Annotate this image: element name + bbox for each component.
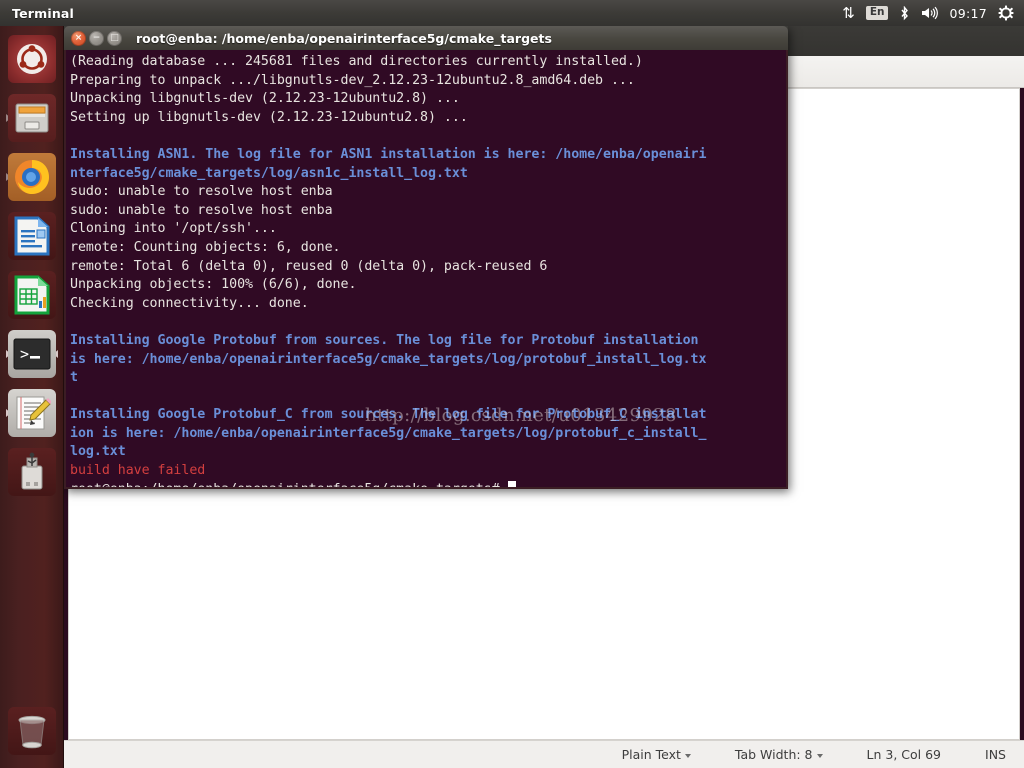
terminal-prompt: root@enba:/home/enba/openairinterface5g/… xyxy=(70,482,508,487)
firefox-icon xyxy=(15,160,49,194)
launcher-item-libreoffice-calc[interactable] xyxy=(5,268,59,322)
terminal-line: Unpacking objects: 100% (6/6), done. xyxy=(70,277,357,293)
ubuntu-logo-icon xyxy=(17,44,47,74)
maximize-icon[interactable]: □ xyxy=(107,30,122,46)
statusbar-language[interactable]: Plain Text xyxy=(622,747,691,762)
terminal-window[interactable]: × − □ root@enba: /home/enba/openairinter… xyxy=(64,26,788,489)
system-tray[interactable]: ⇅ En 09:17 xyxy=(842,0,1024,26)
statusbar-tab-width-label: Tab Width: 8 xyxy=(734,747,813,762)
terminal-line: Installing ASN1. The log file for ASN1 i… xyxy=(70,146,707,162)
volume-glyph xyxy=(922,6,939,20)
volume-icon[interactable] xyxy=(921,0,939,26)
launcher-item-firefox[interactable] xyxy=(5,150,59,204)
keyboard-layout-label: En xyxy=(865,5,889,21)
statusbar-insert-mode: INS xyxy=(985,747,1006,762)
clock-label: 09:17 xyxy=(949,5,987,21)
maximize-glyph: □ xyxy=(110,33,119,43)
terminal-line: Unpacking libgnutls-dev (2.12.23-12ubunt… xyxy=(70,91,460,107)
chevron-down-icon xyxy=(684,753,691,758)
terminal-line: Checking connectivity... done. xyxy=(70,295,309,311)
terminal-line: build have failed xyxy=(70,463,206,479)
text-editor-statusbar: Plain Text Tab Width: 8 Ln 3, Col 69 INS xyxy=(64,740,1024,768)
statusbar-tab-width[interactable]: Tab Width: 8 xyxy=(735,747,823,762)
clock[interactable]: 09:17 xyxy=(949,0,987,26)
statusbar-cursor-position-label: Ln 3, Col 69 xyxy=(866,747,942,762)
terminal-line: remote: Total 6 (delta 0), reused 0 (del… xyxy=(70,258,548,274)
terminal-line: Installing Google Protobuf from sources.… xyxy=(70,332,699,348)
terminal-line: Installing Google Protobuf_C from source… xyxy=(70,407,707,423)
terminal-titlebar[interactable]: × − □ root@enba: /home/enba/openairinter… xyxy=(64,26,788,50)
close-glyph: × xyxy=(74,33,83,43)
launcher-item-ubuntu-dash[interactable] xyxy=(5,32,59,86)
close-icon[interactable]: × xyxy=(71,30,86,46)
unity-launcher[interactable]: > xyxy=(0,26,64,768)
terminal-output-area[interactable]: (Reading database ... 245681 files and d… xyxy=(64,50,788,489)
trash-icon xyxy=(18,715,46,749)
usb-drive-icon xyxy=(21,452,43,490)
terminal-line: nterface5g/cmake_targets/log/asn1c_insta… xyxy=(70,165,468,181)
terminal-line: ion is here: /home/enba/openairinterface… xyxy=(70,425,707,441)
terminal-line: remote: Counting objects: 6, done. xyxy=(70,239,341,255)
libreoffice-writer-icon xyxy=(14,216,50,256)
launcher-item-terminal[interactable]: > xyxy=(5,327,59,381)
terminal-icon: > xyxy=(13,338,51,370)
launcher-item-text-editor[interactable] xyxy=(5,386,59,440)
minimize-icon[interactable]: − xyxy=(89,30,104,46)
terminal-prompt-line: root@enba:/home/enba/openairinterface5g/… xyxy=(70,480,786,487)
text-editor-icon xyxy=(16,396,51,430)
terminal-line: is here: /home/enba/openairinterface5g/c… xyxy=(70,351,707,367)
terminal-lines: (Reading database ... 245681 files and d… xyxy=(70,53,786,481)
terminal-line: Preparing to unpack .../libgnutls-dev_2.… xyxy=(70,72,635,88)
network-glyph: ⇅ xyxy=(842,3,855,22)
terminal-line: t xyxy=(70,370,78,386)
launcher-item-files[interactable] xyxy=(5,91,59,145)
bluetooth-glyph xyxy=(901,5,909,20)
gear-glyph xyxy=(998,5,1014,21)
svg-text:>: > xyxy=(20,345,29,363)
libreoffice-calc-icon xyxy=(14,275,50,315)
launcher-item-trash[interactable] xyxy=(5,704,59,758)
keyboard-layout-indicator[interactable]: En xyxy=(865,0,889,26)
terminal-cursor xyxy=(507,480,516,487)
terminal-title: root@enba: /home/enba/openairinterface5g… xyxy=(136,30,552,46)
bluetooth-icon[interactable] xyxy=(899,0,910,26)
panel-app-title[interactable]: Terminal xyxy=(12,6,74,21)
minimize-glyph: − xyxy=(92,33,101,43)
chevron-down-icon xyxy=(816,753,823,758)
launcher-item-libreoffice-writer[interactable] xyxy=(5,209,59,263)
network-icon[interactable]: ⇅ xyxy=(842,0,855,26)
statusbar-insert-mode-label: INS xyxy=(985,747,1006,762)
terminal-line: sudo: unable to resolve host enba xyxy=(70,184,333,200)
statusbar-language-label: Plain Text xyxy=(621,747,681,762)
launcher-item-usb-drive[interactable] xyxy=(5,445,59,499)
terminal-line: Setting up libgnutls-dev (2.12.23-12ubun… xyxy=(70,109,468,125)
gear-icon[interactable] xyxy=(998,0,1014,26)
terminal-line: Cloning into '/opt/ssh'... xyxy=(70,221,277,237)
statusbar-cursor-position: Ln 3, Col 69 xyxy=(867,747,942,762)
terminal-line: sudo: unable to resolve host enba xyxy=(70,202,333,218)
terminal-line: log.txt xyxy=(70,444,126,460)
unity-top-panel[interactable]: Terminal ⇅ En 09:17 xyxy=(0,0,1024,26)
terminal-line: (Reading database ... 245681 files and d… xyxy=(70,54,643,69)
file-manager-icon xyxy=(15,103,49,133)
